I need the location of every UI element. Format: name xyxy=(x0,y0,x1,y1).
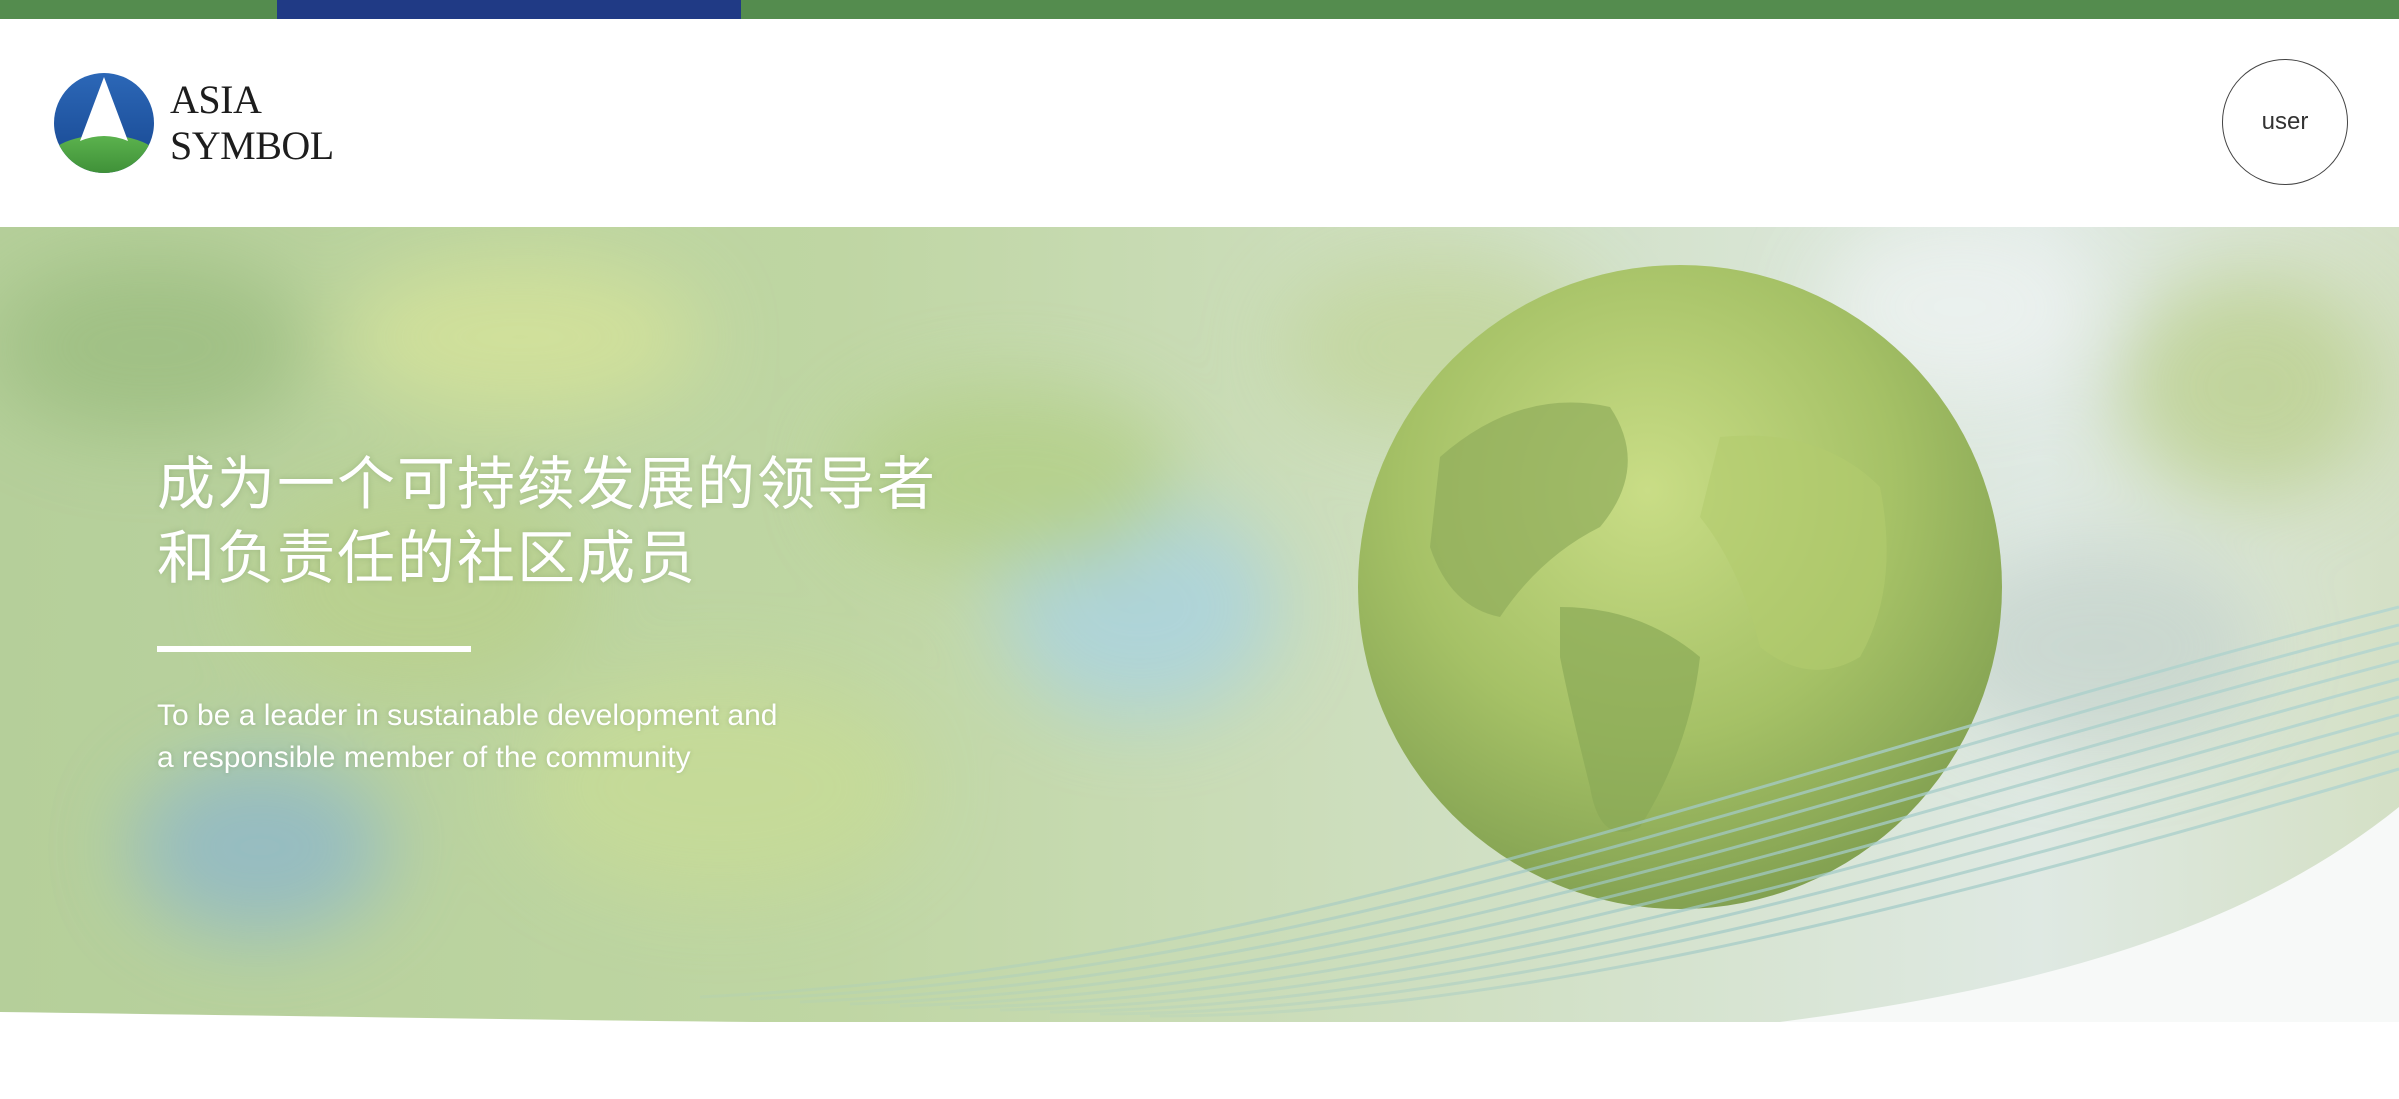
hero-subtitle-line1: To be a leader in sustainable developmen… xyxy=(157,699,778,732)
brand-wordmark: ASIA SYMBOL xyxy=(170,77,334,169)
hero-background-image xyxy=(0,227,2399,1022)
hero-title-line2: 和负责任的社区成员 xyxy=(157,524,698,592)
brand-name-line1: ASIA xyxy=(170,77,262,122)
hero-title-line1: 成为一个可持续发展的领导者 xyxy=(157,450,938,518)
brand-logo[interactable]: ASIA SYMBOL xyxy=(52,71,334,175)
hero-divider xyxy=(157,646,471,652)
user-button[interactable]: user xyxy=(2222,59,2348,185)
hero-banner: 成为一个可持续发展的领导者 和负责任的社区成员 To be a leader i… xyxy=(0,227,2399,1022)
asia-symbol-logo-icon xyxy=(54,73,154,173)
top-stripe-blue-segment xyxy=(277,0,741,19)
top-color-stripe xyxy=(0,0,2399,19)
hero-subtitle-line2: a responsible member of the community xyxy=(157,741,691,774)
hero-subtitle: To be a leader in sustainable developmen… xyxy=(157,695,777,779)
site-header: ASIA SYMBOL user xyxy=(0,19,2399,227)
brand-name-line2: SYMBOL xyxy=(170,123,334,168)
hero-title: 成为一个可持续发展的领导者 和负责任的社区成员 xyxy=(157,447,937,595)
